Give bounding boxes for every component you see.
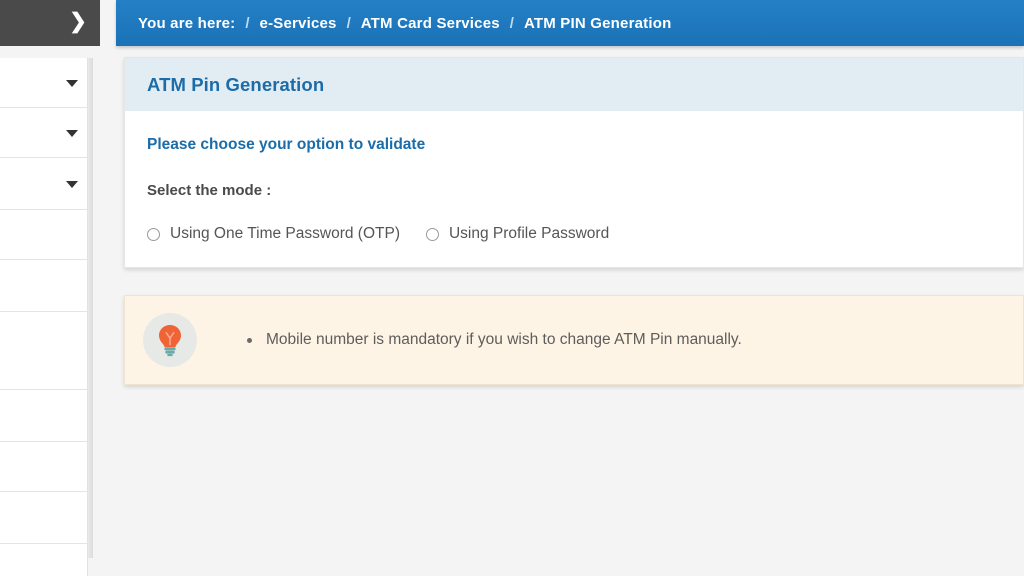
sidebar-item-5[interactable]: hemes / APY) <box>0 312 87 390</box>
sidebar-item-7[interactable]: er <box>0 442 87 492</box>
sidebar-item-3[interactable]: Card <box>0 210 87 260</box>
radio-option-profile-password[interactable]: Using Profile Password <box>425 225 610 243</box>
breadcrumb-link-e-services[interactable]: e-Services <box>260 15 337 32</box>
form-heading: Please choose your option to validate <box>147 136 426 153</box>
breadcrumb: You are here: / e-Services / ATM Card Se… <box>116 0 1024 46</box>
page-title: ATM Pin Generation <box>147 74 325 95</box>
sidebar-menu: s Card hemes / APY) nt <box>0 58 88 576</box>
radio-label-otp: Using One Time Password (OTP) <box>170 225 400 242</box>
radio-circle-icon[interactable] <box>147 227 160 241</box>
bullet-icon <box>247 337 252 343</box>
breadcrumb-prefix: You are here: <box>138 14 236 32</box>
radio-option-otp[interactable]: Using One Time Password (OTP) <box>147 225 400 243</box>
chevron-down-icon[interactable] <box>66 79 78 87</box>
radio-label-profile-password: Using Profile Password <box>448 225 610 242</box>
sidebar-item-0[interactable]: s <box>0 58 87 108</box>
mode-radio-group: Using One Time Password (OTP) Using Prof… <box>147 225 1023 243</box>
sidebar-item-2[interactable] <box>0 158 87 210</box>
breadcrumb-separator: / <box>346 14 351 32</box>
panel-body: Please choose your option to validate Se… <box>125 111 1023 267</box>
chevron-right-icon[interactable]: ❯ <box>68 10 88 34</box>
breadcrumb-separator: / <box>509 14 514 32</box>
atm-pin-panel: ATM Pin Generation Please choose your op… <box>124 57 1024 268</box>
panel-title-bar: ATM Pin Generation <box>125 58 1023 111</box>
notice-box: Mobile number is mandatory if you wish t… <box>124 295 1024 385</box>
sidebar-scrollbar[interactable] <box>88 58 93 558</box>
left-sidebar: ❯ s Card hemes / APY) <box>0 0 100 576</box>
chevron-down-icon[interactable] <box>66 180 78 188</box>
app-screen: ❯ s Card hemes / APY) <box>0 0 1024 576</box>
sidebar-item-1[interactable] <box>0 108 87 158</box>
notice-content: Mobile number is mandatory if you wish t… <box>247 331 742 349</box>
notice-message: Mobile number is mandatory if you wish t… <box>266 331 742 348</box>
sidebar-item-4[interactable] <box>0 260 87 312</box>
sidebar-item-8[interactable] <box>0 492 87 544</box>
main-content: You are here: / e-Services / ATM Card Se… <box>116 0 1024 576</box>
radio-circle-icon[interactable] <box>425 227 439 241</box>
mode-label: Select the mode : <box>147 182 272 199</box>
chevron-down-icon[interactable] <box>66 129 78 137</box>
lightbulb-icon <box>143 313 197 367</box>
sidebar-header-bar[interactable]: ❯ <box>0 0 100 46</box>
breadcrumb-link-atm-pin-generation[interactable]: ATM PIN Generation <box>524 15 672 32</box>
sidebar-item-6[interactable]: nt <box>0 390 87 442</box>
breadcrumb-link-atm-card-services[interactable]: ATM Card Services <box>361 15 500 32</box>
sidebar-item-9[interactable] <box>0 544 87 576</box>
breadcrumb-separator: / <box>245 14 250 32</box>
lightbulb-glyph <box>159 325 181 357</box>
